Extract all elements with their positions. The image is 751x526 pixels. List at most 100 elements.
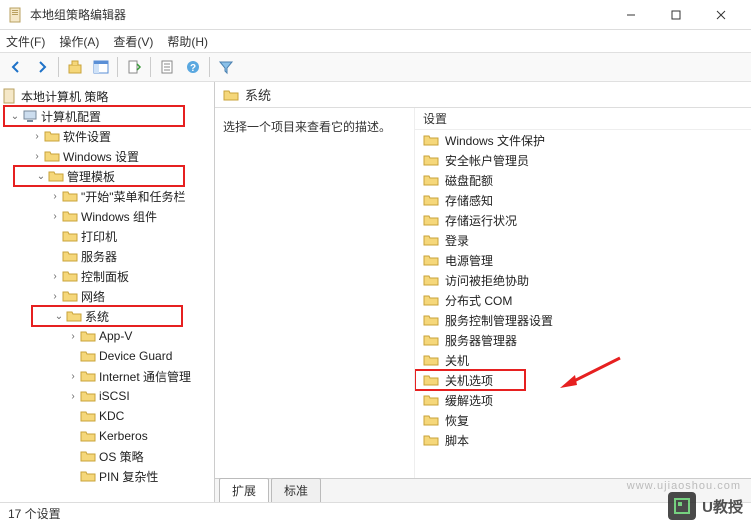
tab-extended[interactable]: 扩展 xyxy=(219,478,269,502)
help-button[interactable]: ? xyxy=(181,55,205,79)
folder-icon xyxy=(80,368,96,384)
list-item[interactable]: 恢复 xyxy=(415,410,751,430)
close-button[interactable] xyxy=(698,1,743,29)
folder-icon xyxy=(423,332,439,348)
folder-icon xyxy=(44,128,60,144)
tree-system[interactable]: ⌄ 系统 xyxy=(32,306,182,326)
list-item[interactable]: 关机 xyxy=(415,350,751,370)
menubar: 文件(F) 操作(A) 查看(V) 帮助(H) xyxy=(0,30,751,52)
list-item[interactable]: 存储运行状况 xyxy=(415,210,751,230)
tree-label: iSCSI xyxy=(99,389,130,403)
folder-icon xyxy=(80,388,96,404)
export-button[interactable] xyxy=(122,55,146,79)
tree-windows-settings[interactable]: › Windows 设置 xyxy=(0,146,214,166)
tree-start-menu[interactable]: › "开始"菜单和任务栏 xyxy=(0,186,214,206)
description-text: 选择一个项目来查看它的描述。 xyxy=(223,120,391,134)
list-item[interactable]: 脚本 xyxy=(415,430,751,450)
window-title: 本地组策略编辑器 xyxy=(30,6,608,23)
tree-label: 本地计算机 策略 xyxy=(21,88,108,105)
header-label: 设置 xyxy=(423,110,447,127)
list-item[interactable]: 安全帐户管理员 xyxy=(415,150,751,170)
item-label: 访问被拒绝协助 xyxy=(445,272,529,289)
folder-icon xyxy=(80,408,96,424)
chevron-right-icon[interactable]: › xyxy=(48,191,62,202)
folder-icon xyxy=(423,132,439,148)
chevron-right-icon[interactable]: › xyxy=(30,151,44,162)
statusbar: 17 个设置 xyxy=(0,502,751,524)
forward-button[interactable] xyxy=(30,55,54,79)
properties-button[interactable] xyxy=(155,55,179,79)
list-item[interactable]: 服务器管理器 xyxy=(415,330,751,350)
description-column: 选择一个项目来查看它的描述。 xyxy=(215,108,415,478)
chevron-right-icon[interactable]: › xyxy=(66,371,80,382)
list-item[interactable]: 分布式 COM xyxy=(415,290,751,310)
menu-action[interactable]: 操作(A) xyxy=(59,33,99,50)
toolbar-separator xyxy=(58,57,59,77)
item-label: 服务控制管理器设置 xyxy=(445,312,553,329)
list-item[interactable]: 登录 xyxy=(415,230,751,250)
folder-icon xyxy=(423,312,439,328)
tree-control-panel[interactable]: › 控制面板 xyxy=(0,266,214,286)
tree-admin-templates[interactable]: ⌄ 管理模板 xyxy=(14,166,184,186)
up-button[interactable] xyxy=(63,55,87,79)
tree-computer-config[interactable]: ⌄ 计算机配置 xyxy=(4,106,184,126)
list-item[interactable]: 电源管理 xyxy=(415,250,751,270)
tree-appv[interactable]: › App-V xyxy=(0,326,214,346)
tree-iscsi[interactable]: › iSCSI xyxy=(0,386,214,406)
chevron-right-icon[interactable]: › xyxy=(48,291,62,302)
chevron-down-icon[interactable]: ⌄ xyxy=(34,171,48,182)
list-item[interactable]: 服务控制管理器设置 xyxy=(415,310,751,330)
filter-button[interactable] xyxy=(214,55,238,79)
chevron-down-icon[interactable]: ⌄ xyxy=(52,311,66,322)
minimize-button[interactable] xyxy=(608,1,653,29)
menu-view[interactable]: 查看(V) xyxy=(113,33,153,50)
list-item[interactable]: 访问被拒绝协助 xyxy=(415,270,751,290)
show-hide-tree-button[interactable] xyxy=(89,55,113,79)
tree-pin-complexity[interactable]: PIN 复杂性 xyxy=(0,466,214,486)
tree-servers[interactable]: 服务器 xyxy=(0,246,214,266)
tree-kdc[interactable]: KDC xyxy=(0,406,214,426)
chevron-right-icon[interactable]: › xyxy=(48,211,62,222)
tree-windows-components[interactable]: › Windows 组件 xyxy=(0,206,214,226)
list-item[interactable]: 磁盘配额 xyxy=(415,170,751,190)
tree-network[interactable]: › 网络 xyxy=(0,286,214,306)
watermark-badge xyxy=(668,492,696,520)
content-header: 系统 xyxy=(215,82,751,108)
tree-pane[interactable]: 本地计算机 策略 ⌄ 计算机配置 › 软件设置 › Windows 设置 ⌄ 管… xyxy=(0,82,215,502)
tree-label: PIN 复杂性 xyxy=(99,468,158,485)
tree-device-guard[interactable]: Device Guard xyxy=(0,346,214,366)
back-button[interactable] xyxy=(4,55,28,79)
folder-icon xyxy=(80,348,96,364)
chevron-right-icon[interactable]: › xyxy=(48,271,62,282)
tree-root[interactable]: 本地计算机 策略 xyxy=(0,86,214,106)
menu-file[interactable]: 文件(F) xyxy=(6,33,45,50)
item-label: 缓解选项 xyxy=(445,392,493,409)
menu-help[interactable]: 帮助(H) xyxy=(167,33,208,50)
folder-icon xyxy=(423,432,439,448)
folder-icon xyxy=(423,172,439,188)
tree-software-settings[interactable]: › 软件设置 xyxy=(0,126,214,146)
item-label: 存储运行状况 xyxy=(445,212,517,229)
chevron-right-icon[interactable]: › xyxy=(66,391,80,402)
column-header-settings[interactable]: 设置 xyxy=(415,108,751,130)
watermark: U教授 xyxy=(668,492,743,520)
chevron-right-icon[interactable]: › xyxy=(30,131,44,142)
tree-label: OS 策略 xyxy=(99,448,144,465)
tab-standard[interactable]: 标准 xyxy=(271,478,321,502)
list-item[interactable]: 存储感知 xyxy=(415,190,751,210)
tree-os-policy[interactable]: OS 策略 xyxy=(0,446,214,466)
svg-text:?: ? xyxy=(190,63,196,74)
chevron-right-icon[interactable]: › xyxy=(66,331,80,342)
tree-kerberos[interactable]: Kerberos xyxy=(0,426,214,446)
maximize-button[interactable] xyxy=(653,1,698,29)
list-item[interactable]: 关机选项 xyxy=(415,370,525,390)
settings-list[interactable]: 设置 Windows 文件保护安全帐户管理员磁盘配额存储感知存储运行状况登录电源… xyxy=(415,108,751,478)
folder-icon xyxy=(423,252,439,268)
chevron-down-icon[interactable]: ⌄ xyxy=(8,111,22,122)
tree-internet-comm[interactable]: › Internet 通信管理 xyxy=(0,366,214,386)
list-item[interactable]: Windows 文件保护 xyxy=(415,130,751,150)
folder-icon xyxy=(80,448,96,464)
list-item[interactable]: 缓解选项 xyxy=(415,390,751,410)
watermark-url: www.ujiaoshou.com xyxy=(627,480,741,492)
tree-printers[interactable]: 打印机 xyxy=(0,226,214,246)
